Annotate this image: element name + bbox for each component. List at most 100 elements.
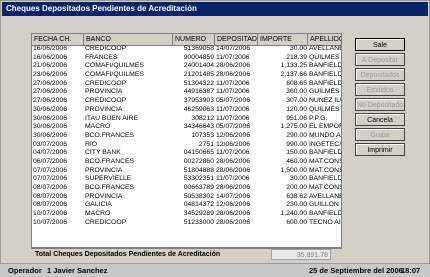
col-apellido-header[interactable]: APELLIDO: [308, 34, 341, 45]
cell-importe: 200.00: [286, 184, 307, 191]
cell-numero: 107353: [191, 131, 214, 139]
a-depositar-button[interactable]: A Depositar: [355, 53, 405, 66]
table-row[interactable]: 16/06/2006 FRANCES 90004859 11/07/2006 218.3…: [32, 54, 341, 63]
cell-numero: 51233000: [183, 218, 214, 226]
cell-banco: FRANCES: [85, 53, 118, 61]
table-row[interactable]: 08/07/2006 BCO.FRANCES 00663789 28/06/2006 2…: [32, 184, 341, 193]
table-row[interactable]: 30/06/2006 MACRO 34346643 05/07/2006 1,275.0…: [32, 123, 341, 132]
operator-name: 1 Javier Sanchez: [47, 266, 108, 275]
table-row[interactable]: 08/07/2006 GALICIA 04814372 12/06/2006 230.0…: [32, 201, 341, 210]
cell-importe: 120.00: [286, 105, 307, 113]
cell-importe: 30.00: [289, 175, 307, 183]
cell-importe: 218.39: [286, 53, 307, 61]
cell-depositado: 05/07/2006: [216, 97, 251, 105]
col-banco-header[interactable]: BANCO: [84, 34, 173, 45]
table-row[interactable]: 16/06/2006 CREDICOOP 51369058 14/07/2006 30.…: [32, 45, 341, 54]
table-row[interactable]: 10/07/2006 CREDICOOP 51233000 28/06/2006 600…: [32, 219, 341, 228]
cell-numero: 51369058: [183, 45, 214, 52]
cell-fecha: 07/07/2006: [33, 166, 68, 174]
cell-importe: 2,137.66: [280, 71, 307, 79]
table-row[interactable]: 27/06/2006 CREDICOOP 37953903 05/07/2006 307…: [32, 97, 341, 106]
table-row[interactable]: 30/06/2006 PROVINCIA 46259063 11/07/2006 120…: [32, 106, 341, 115]
col-depositado-header[interactable]: DEPOSITADO: [215, 34, 258, 45]
cell-apellido: BANFIELD: [309, 210, 342, 218]
total-value: 35,891.78: [271, 249, 331, 260]
cell-numero: 04814372: [183, 201, 214, 209]
cell-depositado: 05/07/2006: [216, 123, 251, 131]
col-numero-header[interactable]: NUMERO: [173, 34, 215, 45]
cell-numero: 51304322: [183, 79, 214, 87]
cell-apellido: INGETEC/MILENIU: [309, 140, 342, 148]
table-row[interactable]: 04/07/2006 CITY BANK 04150665 11/07/2006 150…: [32, 149, 341, 158]
col-fecha-header[interactable]: FECHA CH.: [32, 34, 84, 45]
cell-importe: 1,240.00: [280, 210, 307, 218]
cell-apellido: AVELLANEDA: [309, 192, 341, 200]
cell-importe: 360.00: [286, 88, 307, 96]
emitidos-button[interactable]: Emitidos: [355, 83, 405, 96]
cell-apellido: MAT.CONST.IMHOF: [309, 184, 341, 191]
cell-importe: 460.00: [286, 157, 307, 165]
cell-numero: 34529289: [183, 210, 214, 218]
cell-apellido: BANFIELD: [309, 71, 342, 79]
cell-numero: 44916387: [183, 88, 214, 96]
cell-importe: 608.65: [286, 79, 307, 87]
cell-depositado: 12/06/2006: [216, 140, 251, 148]
cell-importe: 30.00: [289, 45, 307, 52]
imprimir-button[interactable]: Imprimir: [355, 143, 405, 156]
table-row[interactable]: 06/07/2006 BCO.FRANCES 00272860 28/06/2006 4…: [32, 158, 341, 167]
window-title: Cheques Depositados Pendientes de Acredi…: [2, 2, 428, 16]
table-row[interactable]: 07/07/2006 SUPERVIELLE 53302351 11/07/2006 3…: [32, 175, 341, 184]
operator-label: Operador: [8, 266, 42, 275]
cell-apellido: BANFIELD: [309, 79, 342, 87]
cell-banco: BCO.FRANCES: [85, 157, 135, 165]
cheques-grid[interactable]: FECHA CH. BANCO NUMERO DEPOSITADO IMPORT…: [31, 33, 342, 248]
graba-button[interactable]: Graba: [355, 128, 405, 141]
col-importe-header[interactable]: IMPORTE: [258, 34, 308, 45]
cell-depositado: 11/07/2006: [216, 114, 250, 122]
cell-importe: 1,275.00: [280, 123, 307, 131]
cell-apellido: GUILLON S.A.: [309, 201, 341, 209]
cell-banco: SUPERVIELLE: [85, 175, 132, 183]
cancela-button[interactable]: Cancela: [355, 113, 405, 126]
cell-numero: 90004859: [183, 53, 214, 61]
table-row[interactable]: 23/06/2006 COMAFI/QUILMES 21201485 28/06/20…: [32, 71, 341, 80]
cell-importe: 990.00: [286, 140, 307, 148]
table-row[interactable]: 27/06/2006 PROVINCIA 44916387 11/07/2006 360…: [32, 88, 341, 97]
cell-depositado: 11/07/2006: [216, 79, 250, 87]
cell-importe: 307.00: [286, 97, 307, 105]
table-row[interactable]: 30/06/2006 ITAU BUEN AIRE 308212 11/07/2006…: [32, 115, 341, 124]
cell-banco: BCO.FRANCES: [85, 131, 135, 139]
table-row[interactable]: 21/06/2006 COMAFI/QUILMES 24001404 28/06/20…: [32, 62, 341, 71]
cell-numero: 46259063: [183, 105, 214, 113]
cell-importe: 290.00: [286, 131, 307, 139]
cell-numero: 34346643: [183, 123, 214, 131]
cell-numero: 24001404: [183, 62, 214, 70]
cell-fecha: 08/07/2006: [33, 192, 68, 200]
cell-importe: 638.62: [286, 192, 307, 200]
cell-apellido: GUILMES: [309, 88, 340, 96]
cell-fecha: 27/06/2006: [33, 79, 68, 87]
depositados-button[interactable]: Depositados: [355, 68, 405, 81]
cell-banco: CREDICOOP: [85, 79, 127, 87]
cell-fecha: 16/06/2006: [33, 45, 68, 52]
cell-fecha: 27/06/2006: [33, 88, 68, 96]
cell-depositado: 11/07/2006: [216, 53, 250, 61]
cell-numero: 04150665: [183, 149, 214, 157]
cell-depositado: 11/07/2006: [216, 88, 250, 96]
cell-depositado: 28/06/2006: [216, 71, 251, 79]
cell-depositado: 14/07/2006: [216, 192, 251, 200]
cell-importe: 951.06: [286, 114, 307, 122]
table-row[interactable]: 08/07/2006 PROVINCIA 50538302 14/07/2006 638…: [32, 193, 341, 202]
table-row[interactable]: 03/07/2006 RIO 2751 12/06/2006 990.00 INGETEC…: [32, 141, 341, 150]
cell-apellido: QUILMES: [309, 105, 340, 113]
status-date: 25 de Septiembre del 2006: [309, 266, 403, 275]
cell-depositado: 28/06/2006: [216, 62, 251, 70]
cell-fecha: 30/06/2006: [33, 114, 68, 122]
table-row[interactable]: 10/07/2006 MACRO 34529289 28/06/2006 1,240.0…: [32, 210, 341, 219]
sale-button[interactable]: Sale: [355, 38, 405, 51]
no-depositado-button[interactable]: No Depositado: [355, 98, 405, 111]
cell-numero: 51804888: [183, 166, 214, 174]
table-row[interactable]: 30/06/2006 BCO.FRANCES 107353 12/06/2006 290…: [32, 132, 341, 141]
table-row[interactable]: 07/07/2006 PROVINCIA 51804888 28/06/2006 1,5…: [32, 167, 341, 176]
table-row[interactable]: 27/06/2006 CREDICOOP 51304322 11/07/2006 608…: [32, 80, 341, 89]
